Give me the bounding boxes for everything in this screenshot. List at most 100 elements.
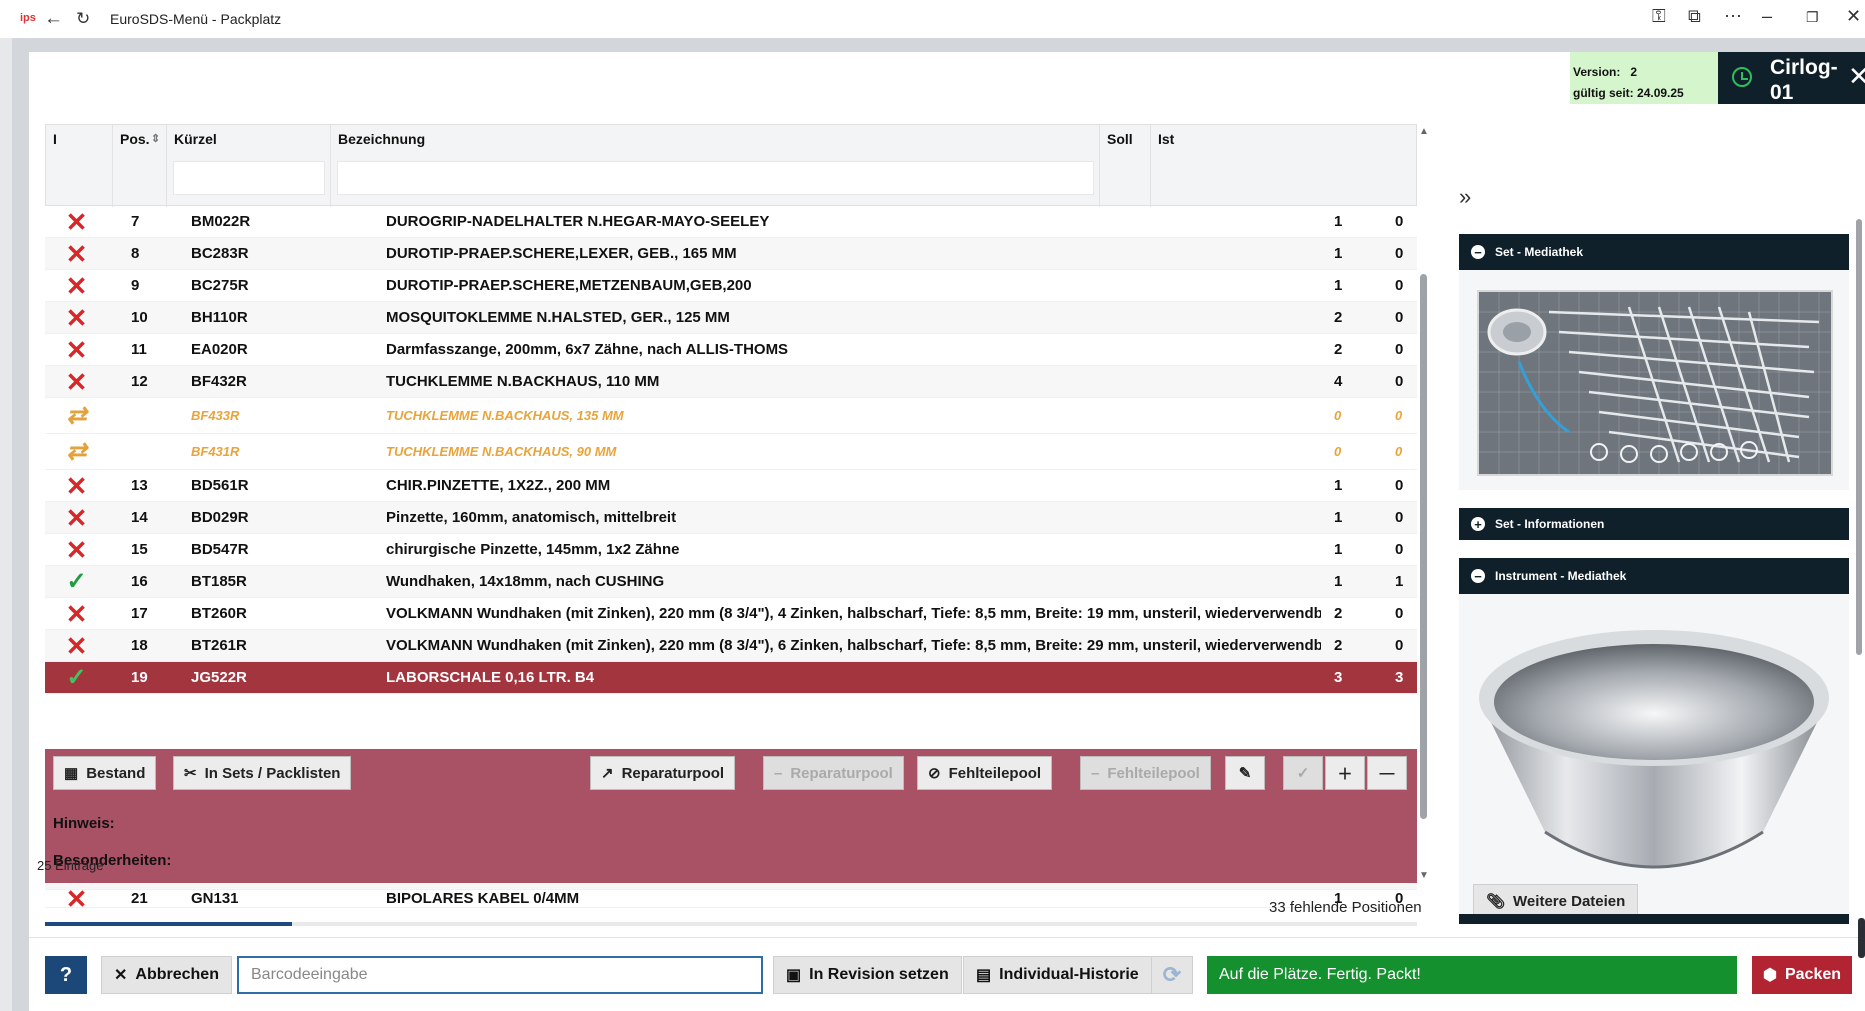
col-kuerzel[interactable]: Kürzel <box>167 125 331 155</box>
collapse-panel-icon[interactable]: » <box>1459 184 1471 210</box>
refresh-button[interactable]: ⟳ <box>1151 956 1193 994</box>
fehlteilepool-remove-button[interactable]: – Fehlteilepool <box>1080 756 1211 790</box>
row-kuerzel: BD561R <box>191 477 249 494</box>
col-soll[interactable]: Soll <box>1100 125 1151 155</box>
row-kuerzel: BC283R <box>191 245 249 262</box>
key-icon[interactable]: ⚿ <box>1652 6 1666 27</box>
right-scroll-thumb[interactable] <box>1856 219 1862 655</box>
scroll-down-icon[interactable]: ▼ <box>1419 870 1429 881</box>
packen-button[interactable]: ⬢ Packen <box>1752 956 1852 994</box>
row-pos: 18 <box>131 637 148 654</box>
more-icon[interactable]: ⋯ <box>1724 6 1742 27</box>
status-message: Auf die Plätze. Fertig. Packt! <box>1207 956 1737 994</box>
set-image[interactable] <box>1477 290 1833 476</box>
col-pos[interactable]: Pos. ⇕ <box>113 125 167 155</box>
close-station-icon[interactable]: ✕ <box>1848 62 1865 90</box>
reparaturpool-remove-button[interactable]: – Reparaturpool <box>763 756 904 790</box>
table-row[interactable]: ⇄ BF433R TUCHKLEMME N.BACKHAUS, 135 MM 0 0 <box>45 398 1417 434</box>
table-row[interactable]: ✓ 16 BT185R Wundhaken, 14x18mm, nach CUSHIN… <box>45 566 1417 598</box>
row-status: ✕ <box>45 270 118 301</box>
reload-icon[interactable]: ↻ <box>76 8 90 30</box>
revision-button[interactable]: ▣ In Revision setzen <box>773 956 962 994</box>
row-bezeichnung: Wundhaken, 14x18mm, nach CUSHING <box>386 573 665 590</box>
row-ist: 0 <box>1395 341 1404 358</box>
row-ist: 0 <box>1395 477 1404 494</box>
table-row[interactable]: ✕ 15 BD547R chirurgische Pinzette, 145mm, 1… <box>45 534 1417 566</box>
abbrechen-button[interactable]: ✕ Abbrechen <box>101 956 232 994</box>
version-label: Version: <box>1573 65 1621 79</box>
missing-x-icon: ✕ <box>65 890 88 907</box>
row-kuerzel: GN131 <box>191 890 239 907</box>
confirm-button[interactable]: ✓ <box>1283 756 1323 790</box>
table-row[interactable]: ✕ 12 BF432R TUCHKLEMME N.BACKHAUS, 110 MM 4 0 <box>45 366 1417 398</box>
minus-icon: — <box>1379 764 1395 782</box>
table-row[interactable]: ✕ 14 BD029R Pinzette, 160mm, anatomisch, mi… <box>45 502 1417 534</box>
filter-kuerzel-input[interactable] <box>173 161 325 195</box>
minus-icon: – <box>1091 764 1100 782</box>
row-ist: 0 <box>1395 637 1404 654</box>
help-button[interactable]: ? <box>45 956 87 994</box>
set-informationen-header[interactable]: + Set - Informationen <box>1459 508 1849 540</box>
decrement-button[interactable]: — <box>1367 756 1407 790</box>
horizontal-scroll-thumb[interactable] <box>45 922 292 926</box>
set-mediathek-header[interactable]: − Set - Mediathek <box>1459 234 1849 270</box>
row-pos: 12 <box>131 373 148 390</box>
cast-icon[interactable]: ⧉ <box>1688 6 1701 27</box>
minus-circle-icon: − <box>1471 569 1485 583</box>
instrument-informationen-header[interactable] <box>1459 914 1849 924</box>
table-row[interactable]: ✕ 7 BM022R DUROGRIP-NADELHALTER N.HEGAR-MAY… <box>45 206 1417 238</box>
bottom-toolbar: ? ✕ Abbrechen Barcodeeingabe ▣ In Revision… <box>29 937 1865 1011</box>
row-soll: 2 <box>1334 341 1343 358</box>
row-ist: 1 <box>1395 573 1404 590</box>
barcode-input[interactable]: Barcodeeingabe <box>237 956 763 994</box>
row-ist: 0 <box>1395 245 1404 262</box>
row-status: ✓ <box>45 566 118 597</box>
fehlteilepool-add-button[interactable]: ⊘ Fehlteilepool <box>917 756 1053 790</box>
horizontal-scrollbar[interactable] <box>45 922 1417 926</box>
table-row[interactable]: ✕ 21 GN131 BIPOLARES KABEL 0/4MM 1 0 <box>45 890 1417 908</box>
historie-button[interactable]: ▤ Individual-Historie <box>963 956 1152 994</box>
right-panel-scrollbar[interactable] <box>1855 124 1863 924</box>
edit-button[interactable]: ✎ <box>1225 756 1265 790</box>
close-icon[interactable]: ✕ <box>1846 6 1861 27</box>
instrument-mediathek-header[interactable]: − Instrument - Mediathek <box>1459 558 1849 594</box>
restore-icon[interactable]: ❐ <box>1806 9 1819 26</box>
table-row[interactable]: ✕ 13 BD561R CHIR.PINZETTE, 1X2Z., 200 MM 1 0 <box>45 470 1417 502</box>
row-status: ✕ <box>45 534 118 565</box>
table-scrollbar[interactable]: ▲ ▼ <box>1418 124 1430 890</box>
table-row[interactable]: ✕ 9 BC275R DUROTIP-PRAEP.SCHERE,METZENBAUM,… <box>45 270 1417 302</box>
back-icon[interactable]: ← <box>44 8 63 30</box>
filter-bezeichnung-input[interactable] <box>337 161 1094 195</box>
bestand-button[interactable]: ▦ Bestand <box>53 756 157 790</box>
row-soll: 1 <box>1334 213 1343 230</box>
row-bezeichnung: VOLKMANN Wundhaken (mit Zinken), 220 mm … <box>386 605 1321 622</box>
table-row[interactable]: ✕ 11 EA020R Darmfasszange, 200mm, 6x7 Zähne… <box>45 334 1417 366</box>
reparaturpool-add-button[interactable]: ↗ Reparaturpool <box>590 756 736 790</box>
scroll-up-icon[interactable]: ▲ <box>1419 126 1429 137</box>
weitere-dateien-button[interactable]: 📎︎ Weitere Dateien <box>1473 884 1639 918</box>
table-row[interactable]: ✕ 8 BC283R DUROTIP-PRAEP.SCHERE,LEXER, GEB.… <box>45 238 1417 270</box>
in-sets-button[interactable]: ✂ In Sets / Packlisten <box>173 756 352 790</box>
col-bezeichnung[interactable]: Bezeichnung <box>331 125 1100 155</box>
minimize-icon[interactable]: – <box>1762 6 1772 27</box>
table-row-selected[interactable]: ✓ 19 JG522R LABORSCHALE 0,16 LTR. B4 3 3 <box>45 662 1417 694</box>
col-ist[interactable]: Ist <box>1151 125 1201 155</box>
table-row[interactable]: ✕ 18 BT261R VOLKMANN Wundhaken (mit Zinken)… <box>45 630 1417 662</box>
sort-icon[interactable]: ⇕ <box>151 125 160 153</box>
row-pos: 14 <box>131 509 148 526</box>
instrument-image[interactable] <box>1473 612 1835 882</box>
row-ist: 0 <box>1395 373 1404 390</box>
col-i[interactable]: I <box>46 125 113 155</box>
table-row[interactable]: ⇄ BF431R TUCHKLEMME N.BACKHAUS, 90 MM 0 0 <box>45 434 1417 470</box>
table-row[interactable]: ✕ 10 BH110R MOSQUITOKLEMME N.HALSTED, GER.,… <box>45 302 1417 334</box>
row-ist: 0 <box>1395 213 1404 230</box>
row-bezeichnung: VOLKMANN Wundhaken (mit Zinken), 220 mm … <box>386 637 1321 654</box>
increment-button[interactable]: ＋ <box>1325 756 1365 790</box>
row-status: ✕ <box>45 238 118 269</box>
minus-circle-icon: − <box>1471 245 1485 259</box>
right-panel: » − Set - Mediathek + Set - Informatione… <box>1459 124 1865 924</box>
row-ist: 0 <box>1395 277 1404 294</box>
table-row[interactable]: ✕ 17 BT260R VOLKMANN Wundhaken (mit Zinken)… <box>45 598 1417 630</box>
left-edge <box>0 38 12 1011</box>
scroll-thumb[interactable] <box>1420 274 1427 819</box>
